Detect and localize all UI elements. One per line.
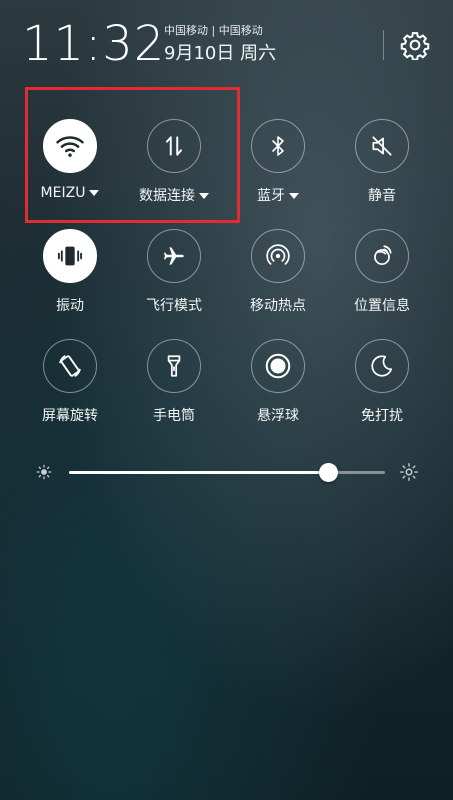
- tile-mute-label: 静音: [368, 188, 396, 204]
- tile-location-toggle[interactable]: [355, 229, 409, 283]
- flashlight-icon: [167, 355, 181, 377]
- location-icon: [374, 245, 392, 265]
- tile-location-label: 位置信息: [354, 298, 410, 314]
- clock: 11:32: [22, 16, 166, 72]
- tile-flashlight[interactable]: 手电筒: [122, 339, 226, 425]
- tile-flashlight-label: 手电筒: [153, 408, 195, 424]
- tile-do-not-disturb-label: 免打扰: [361, 408, 403, 424]
- vibrate-icon: [57, 246, 83, 266]
- floating-ball-icon: [265, 353, 291, 379]
- tile-bluetooth[interactable]: 蓝牙: [226, 119, 330, 205]
- brightness-slider-handle[interactable]: [319, 463, 338, 482]
- tile-do-not-disturb[interactable]: 免打扰: [330, 339, 434, 425]
- bluetooth-icon: [272, 136, 284, 156]
- tile-floating-ball-toggle[interactable]: [251, 339, 305, 393]
- highlight-box: [25, 87, 240, 223]
- tile-vibrate-label: 振动: [56, 298, 84, 314]
- rotate-icon: [59, 355, 81, 377]
- settings-button[interactable]: [398, 28, 432, 62]
- tile-rotate-toggle[interactable]: [43, 339, 97, 393]
- brightness-low-icon: [33, 461, 55, 483]
- header-divider: [383, 30, 384, 60]
- tile-airplane[interactable]: 飞行模式: [122, 229, 226, 315]
- tile-bluetooth-label: 蓝牙: [226, 185, 330, 205]
- do-not-disturb-icon: [371, 355, 393, 377]
- tile-mute[interactable]: 静音: [330, 119, 434, 205]
- tile-rotate[interactable]: 屏幕旋转: [18, 339, 122, 425]
- tile-flashlight-toggle[interactable]: [147, 339, 201, 393]
- tile-do-not-disturb-toggle[interactable]: [355, 339, 409, 393]
- tile-hotspot[interactable]: 移动热点: [226, 229, 330, 315]
- tile-floating-ball-label: 悬浮球: [257, 408, 299, 424]
- hotspot-icon: [266, 244, 290, 265]
- tile-bluetooth-toggle[interactable]: [251, 119, 305, 173]
- tile-location[interactable]: 位置信息: [330, 229, 434, 315]
- tile-rotate-label: 屏幕旋转: [42, 408, 98, 424]
- tile-hotspot-toggle[interactable]: [251, 229, 305, 283]
- gear-icon: [400, 32, 430, 60]
- tile-airplane-label: 飞行模式: [146, 298, 202, 314]
- date: 9月10日 周六: [164, 43, 277, 64]
- tile-hotspot-label: 移动热点: [250, 298, 306, 314]
- airplane-icon: [163, 247, 184, 265]
- chevron-down-icon[interactable]: [289, 193, 299, 199]
- mute-icon: [372, 136, 392, 156]
- brightness-high-icon: [398, 461, 420, 483]
- carrier-info: 中国移动 | 中国移动: [164, 24, 263, 37]
- tile-airplane-toggle[interactable]: [147, 229, 201, 283]
- brightness-slider-fill: [69, 471, 328, 474]
- tile-vibrate[interactable]: 振动: [18, 229, 122, 315]
- tile-mute-toggle[interactable]: [355, 119, 409, 173]
- tile-vibrate-toggle[interactable]: [43, 229, 97, 283]
- tile-floating-ball[interactable]: 悬浮球: [226, 339, 330, 425]
